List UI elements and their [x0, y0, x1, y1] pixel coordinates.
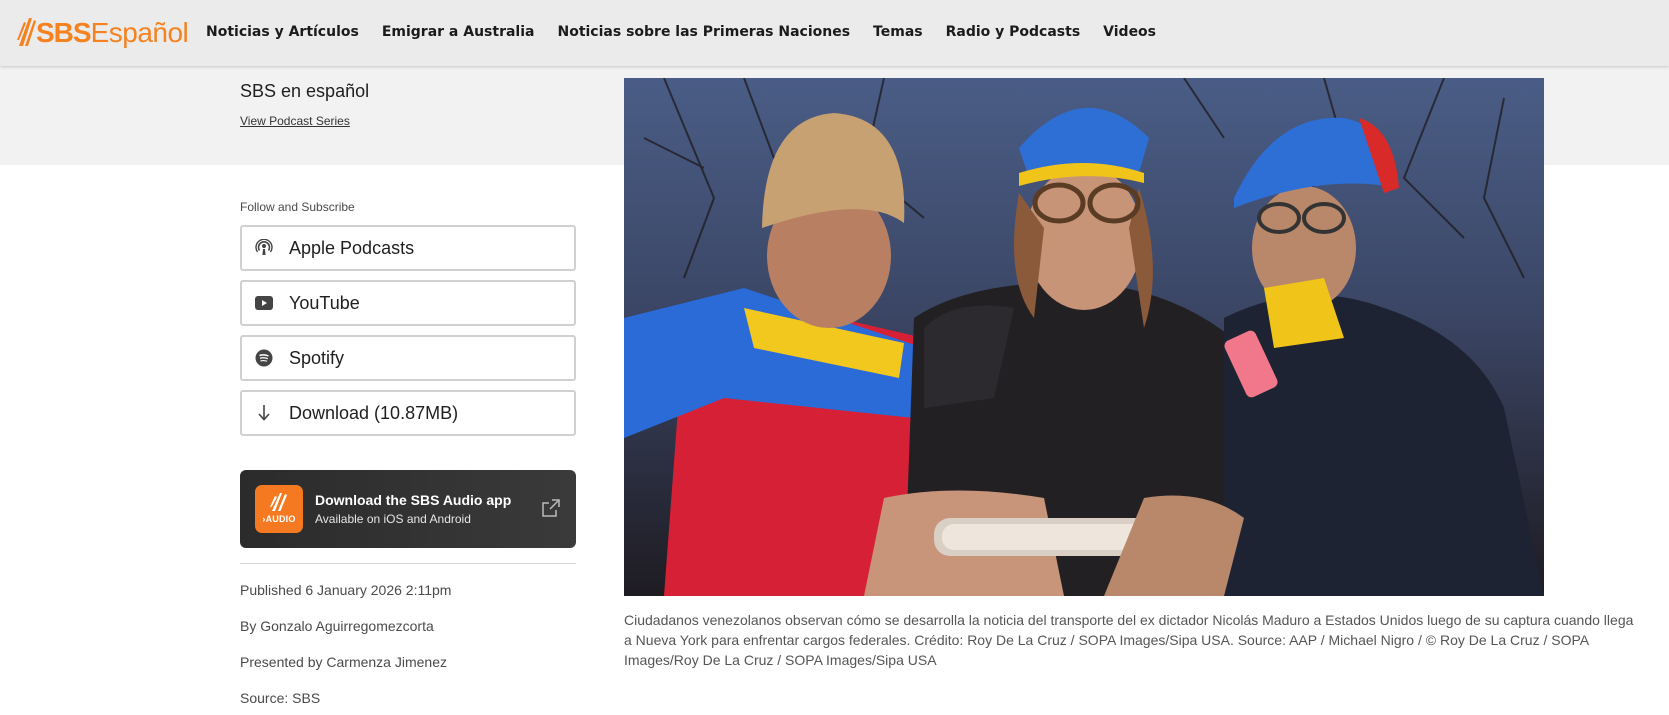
author-byline[interactable]: By Gonzalo Aguirregomezcorta	[240, 618, 434, 634]
series-title: SBS en español	[240, 81, 370, 101]
presenter-byline[interactable]: Presented by Carmenza Jimenez	[240, 654, 447, 670]
spotify-label: Spotify	[289, 347, 345, 368]
nav-item-videos[interactable]: Videos	[1103, 24, 1156, 40]
download-icon	[255, 404, 273, 422]
sbs-espanol-logo[interactable]: SBS Español	[16, 16, 189, 50]
youtube-button[interactable]: YouTube	[240, 280, 576, 326]
logo-sbs-text: SBS	[36, 17, 92, 48]
published-date: Published 6 January 2026 2:11pm	[240, 582, 452, 598]
spotify-button[interactable]: Spotify	[240, 335, 576, 381]
photo-illustration	[624, 78, 1544, 596]
app-promo-title: Download the SBS Audio app	[315, 492, 512, 508]
youtube-label: YouTube	[289, 292, 360, 313]
main-nav: Noticias y Artículos Emigrar a Australia…	[206, 24, 1179, 40]
nav-item-primeras-naciones[interactable]: Noticias sobre las Primeras Naciones	[557, 24, 850, 40]
nav-item-temas[interactable]: Temas	[873, 24, 923, 40]
article-photo	[624, 78, 1544, 596]
external-link-icon	[542, 499, 560, 517]
apple-podcasts-label: Apple Podcasts	[289, 237, 415, 258]
app-promo-text: Download the SBS Audio app Available on …	[315, 492, 511, 526]
sbs-audio-app-promo[interactable]: ›AUDIO Download the SBS Audio app Availa…	[240, 470, 576, 548]
spotify-icon	[255, 349, 273, 367]
logo-espanol-text: Español	[90, 17, 189, 48]
sbs-audio-app-icon: ›AUDIO	[255, 485, 303, 533]
sbs-logo-icon	[17, 18, 36, 46]
view-podcast-series-link[interactable]: View Podcast Series	[240, 114, 350, 128]
source-line: Source: SBS	[240, 690, 321, 706]
download-button[interactable]: Download (10.87MB)	[240, 390, 576, 436]
follow-subscribe-label: Follow and Subscribe	[240, 200, 355, 214]
meta-divider	[240, 563, 576, 564]
nav-item-noticias[interactable]: Noticias y Artículos	[206, 24, 359, 40]
apple-podcasts-button[interactable]: Apple Podcasts	[240, 225, 576, 271]
app-promo-subtitle: Available on iOS and Android	[315, 512, 471, 526]
app-icon-label: ›AUDIO	[262, 514, 296, 524]
photo-caption: Ciudadanos venezolanos observan cómo se …	[624, 612, 1634, 668]
sbs-logo-icon	[270, 493, 287, 511]
nav-item-emigrar[interactable]: Emigrar a Australia	[382, 24, 535, 40]
nav-item-radio-podcasts[interactable]: Radio y Podcasts	[946, 24, 1081, 40]
site-header: SBS Español Noticias y Artículos Emigrar…	[0, 0, 1669, 66]
download-label: Download (10.87MB)	[289, 402, 459, 423]
youtube-icon	[255, 294, 273, 312]
podcast-icon	[255, 239, 273, 257]
